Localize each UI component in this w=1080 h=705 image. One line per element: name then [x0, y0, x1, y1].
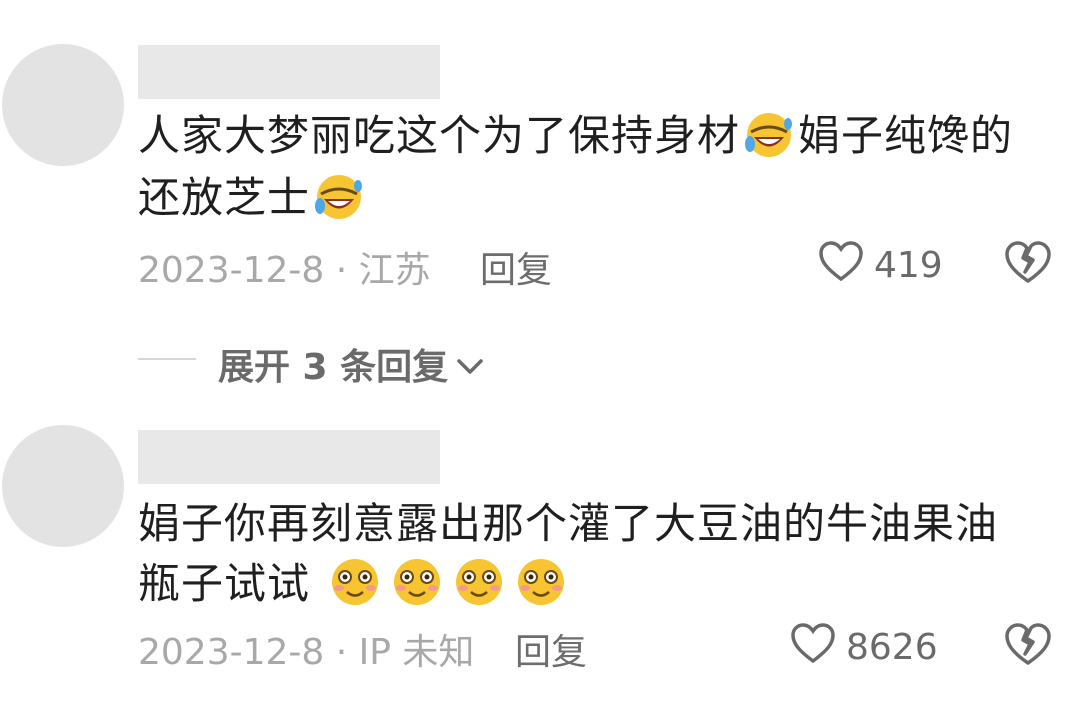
heart-outline-icon [790, 622, 836, 673]
avatar[interactable] [2, 425, 124, 547]
heart-outline-icon [818, 240, 864, 291]
comment-text-line: 人家大梦丽吃这个为了保持身材 [138, 111, 741, 160]
comment-text-line: 还放芝士 [138, 173, 311, 222]
chevron-down-icon [456, 344, 484, 385]
like-count: 8626 [846, 627, 938, 668]
like-count: 419 [874, 245, 943, 286]
reply-button[interactable]: 回复 [515, 623, 587, 675]
comment-text: 人家大梦丽吃这个为了保持身材 娟子纯馋的 [138, 106, 1013, 176]
broken-heart-icon[interactable] [1003, 240, 1053, 288]
like-button[interactable]: 8626 [790, 622, 938, 673]
shy-smile-emoji [450, 556, 508, 624]
expand-replies-button[interactable]: 展开 3 条回复 [218, 338, 484, 390]
expand-replies-label: 展开 3 条回复 [218, 347, 449, 388]
shy-smile-emoji [512, 556, 570, 624]
comment-text-line: 瓶子试试 [138, 559, 311, 608]
username-redacted [138, 430, 440, 484]
username-redacted [138, 45, 440, 99]
avatar[interactable] [2, 44, 124, 166]
shy-smile-emoji [388, 556, 446, 624]
comment-text-line2: 瓶子试试 [138, 554, 572, 624]
divider [138, 358, 196, 360]
laughing-crying-emoji [312, 172, 366, 238]
broken-heart-icon[interactable] [1003, 622, 1053, 670]
reply-button[interactable]: 回复 [480, 241, 552, 293]
comment-text-line2: 还放芝士 [138, 168, 368, 238]
like-button[interactable]: 419 [818, 240, 943, 291]
comment-text: 娟子你再刻意露出那个灌了大豆油的牛油果油 [138, 494, 998, 554]
laughing-crying-emoji [742, 110, 796, 176]
shy-smile-emoji [326, 556, 384, 624]
comment-text-line: 娟子你再刻意露出那个灌了大豆油的牛油果油 [138, 499, 999, 548]
comment-text-line: 娟子纯馋的 [798, 111, 1014, 160]
comment-meta: 2023-12-8 · 江苏 [138, 250, 431, 291]
comment-meta: 2023-12-8 · IP 未知 [138, 632, 475, 673]
